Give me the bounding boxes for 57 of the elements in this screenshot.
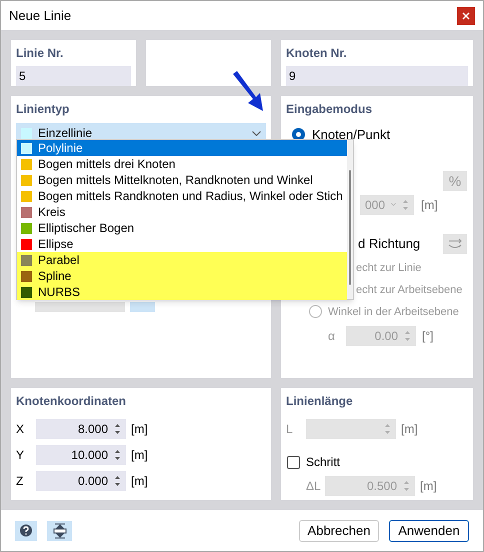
input-field[interactable] — [35, 302, 125, 312]
help-icon — [19, 524, 33, 538]
panel-title: Linientyp — [16, 101, 70, 118]
option-label: echt zur Linie — [356, 260, 422, 276]
panel-title: Knotenkoordinaten — [16, 393, 127, 410]
unit-label: [m] — [131, 447, 148, 464]
fit-height-icon — [52, 522, 68, 539]
icon-button[interactable] — [130, 302, 155, 312]
spinner-icon[interactable] — [114, 448, 121, 462]
checkbox-label: Schritt — [306, 454, 340, 472]
dropdown-option[interactable]: Ellipse — [17, 236, 347, 252]
number-field[interactable]: 8.000 — [36, 419, 126, 440]
dropdown-option[interactable]: Bogen mittels drei Knoten — [17, 156, 347, 172]
close-icon — [462, 12, 470, 20]
spinner-icon[interactable] — [114, 474, 121, 488]
option-label: echt zur Arbeitsebene — [356, 282, 464, 298]
panel-title: Linienlänge — [286, 393, 354, 410]
spinner-icon[interactable] — [114, 422, 121, 436]
length-label: L — [286, 421, 294, 438]
axis-label: Z — [16, 473, 24, 490]
chevron-icon — [252, 130, 261, 136]
unit-label: [m] — [131, 473, 148, 490]
alpha-label: α — [328, 328, 336, 346]
dropdown-option[interactable]: Polylinie — [17, 140, 347, 156]
panel-title: Eingabemodus — [286, 101, 374, 118]
dropdown-option[interactable]: Kreis — [17, 204, 347, 220]
unit-label: [m] — [420, 478, 437, 496]
swap-arrows-icon — [447, 238, 463, 250]
close-button[interactable] — [457, 6, 475, 25]
dialog-button[interactable]: Anwenden — [389, 520, 469, 542]
unit-label: [m] — [401, 421, 418, 438]
dropdown-option[interactable]: Elliptischer Bogen — [17, 220, 347, 236]
input-field[interactable]: 5 — [16, 66, 131, 86]
panel-title: Knoten Nr. — [286, 45, 348, 62]
section-label: d Richtung — [358, 234, 420, 253]
radio-label: Winkel in der Arbeitsebene — [328, 304, 459, 320]
dropdown-option[interactable]: Parabel — [17, 252, 347, 268]
dropdown-option[interactable]: Spline — [17, 268, 347, 284]
axis-label: Y — [16, 447, 26, 464]
unit-label: [m] — [131, 421, 148, 438]
checkbox[interactable] — [287, 456, 300, 469]
unit-label: [m] — [421, 196, 438, 214]
help-button[interactable] — [15, 520, 37, 541]
dropdown-option[interactable]: Bogen mittels Mittelknoten, Randknoten und Winkel — [17, 172, 347, 188]
number-field[interactable]: 10.000 — [36, 445, 126, 466]
delta-label: ΔL — [306, 478, 320, 496]
input-field[interactable]: 9 — [286, 66, 468, 86]
unit-label: [°] — [422, 328, 434, 346]
window-title: Neue Linie — [9, 6, 72, 25]
dropdown-option[interactable]: Bogen mittels Randknoten und Radius, Winkel oder Stich — [17, 188, 347, 204]
number-field[interactable]: 0.000 — [36, 471, 126, 492]
axis-label: X — [16, 421, 26, 438]
dropdown-option[interactable]: NURBS — [17, 284, 347, 300]
fit-button[interactable] — [47, 520, 72, 541]
swap-direction-button[interactable] — [443, 234, 467, 254]
dialog-button[interactable]: Abbrechen — [299, 520, 379, 542]
panel-title: Linie Nr. — [16, 45, 64, 62]
